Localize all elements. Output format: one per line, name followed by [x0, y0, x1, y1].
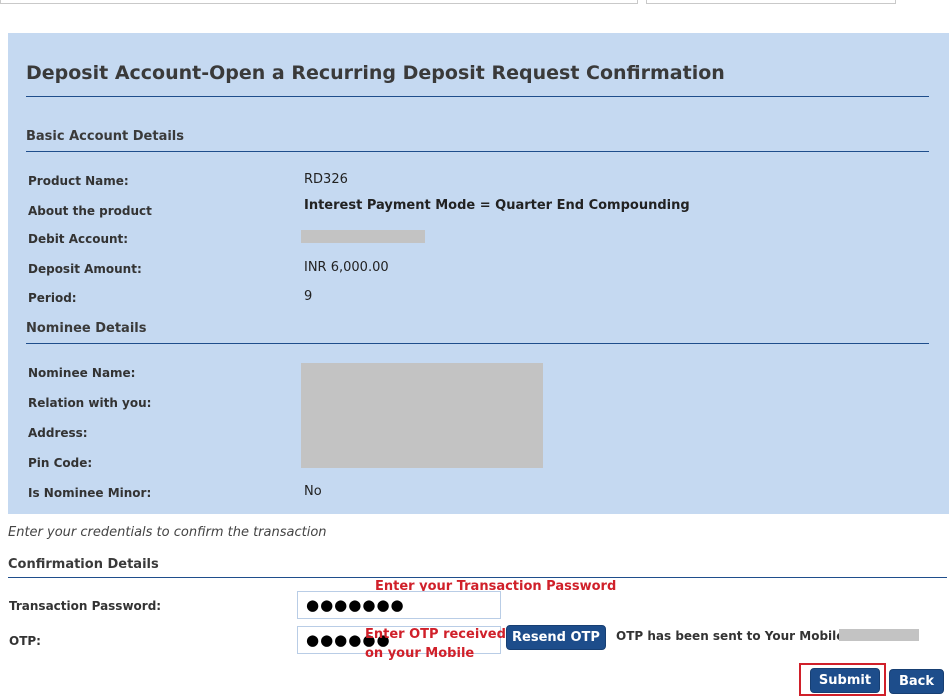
- pin-code-label: Pin Code:: [28, 456, 93, 470]
- nominee-details-title: Nominee Details: [26, 321, 147, 336]
- product-name-value: RD326: [304, 172, 348, 187]
- confirmation-details-title: Confirmation Details: [8, 557, 159, 572]
- top-field-right: [646, 0, 896, 4]
- otp-hint: Enter OTP received on your Mobile: [365, 625, 506, 663]
- period-label: Period:: [28, 291, 77, 305]
- debit-account-label: Debit Account:: [28, 232, 129, 246]
- nominee-details-divider: [26, 343, 929, 344]
- otp-hint-line1: Enter OTP received: [365, 627, 506, 642]
- nominee-minor-value: No: [304, 484, 322, 499]
- resend-otp-button[interactable]: Resend OTP: [506, 625, 606, 650]
- nominee-details-redacted: [301, 363, 543, 468]
- nominee-minor-label: Is Nominee Minor:: [28, 486, 152, 500]
- otp-hint-line2: on your Mobile: [365, 646, 475, 661]
- about-product-value: Interest Payment Mode = Quarter End Comp…: [304, 198, 690, 213]
- credentials-intro: Enter your credentials to confirm the tr…: [8, 525, 327, 540]
- address-label: Address:: [28, 426, 88, 440]
- mobile-number-redacted: [839, 629, 919, 641]
- transaction-password-input[interactable]: ●●●●●●●: [297, 591, 501, 619]
- browser-top-edge: [0, 0, 950, 8]
- title-divider: [26, 96, 929, 97]
- deposit-amount-label: Deposit Amount:: [28, 262, 142, 276]
- basic-details-divider: [26, 151, 929, 152]
- transaction-password-label: Transaction Password:: [9, 599, 162, 613]
- product-name-label: Product Name:: [28, 174, 129, 188]
- about-product-label: About the product: [28, 204, 152, 218]
- nominee-name-label: Nominee Name:: [28, 366, 136, 380]
- page-title: Deposit Account-Open a Recurring Deposit…: [26, 62, 725, 84]
- confirmation-panel: Deposit Account-Open a Recurring Deposit…: [8, 33, 949, 514]
- otp-label: OTP:: [9, 634, 41, 648]
- debit-account-redacted: [301, 230, 425, 243]
- otp-sent-message: OTP has been sent to Your Mobile No: [616, 629, 867, 643]
- back-button[interactable]: Back: [889, 669, 944, 694]
- top-field-left: [0, 0, 638, 4]
- submit-button[interactable]: Submit: [810, 668, 880, 693]
- period-value: 9: [304, 289, 313, 304]
- deposit-amount-value: INR 6,000.00: [304, 260, 389, 275]
- relation-label: Relation with you:: [28, 396, 152, 410]
- basic-details-title: Basic Account Details: [26, 129, 185, 144]
